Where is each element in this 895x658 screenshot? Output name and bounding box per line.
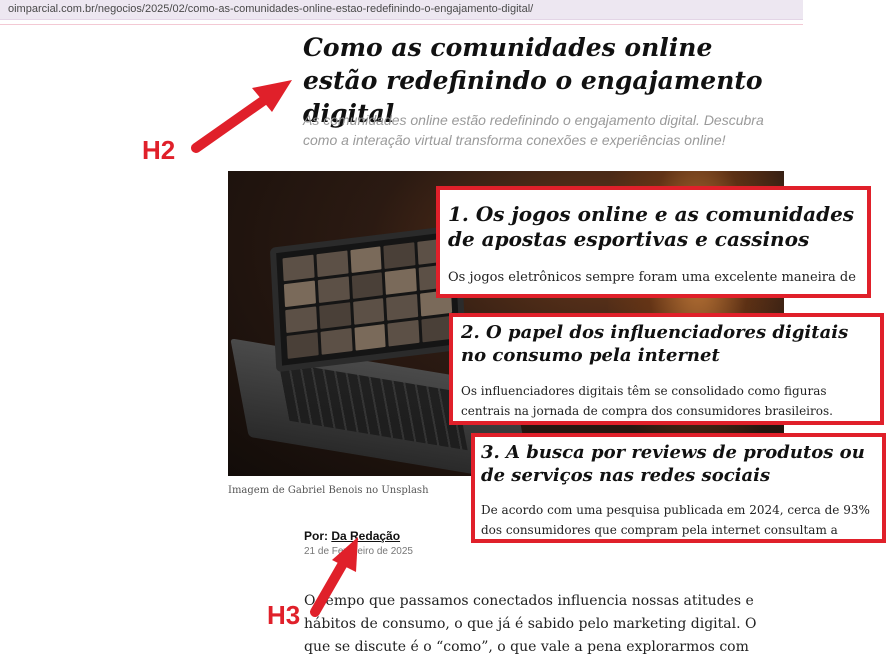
article-body-intro: O tempo que passamos conectados influenc…	[304, 593, 757, 655]
url-text: oimparcial.com.br/negocios/2025/02/como-…	[8, 3, 534, 15]
callout-text: Os jogos eletrônicos sempre foram uma ex…	[448, 270, 856, 285]
author-link[interactable]: Da Redação	[331, 529, 400, 543]
divider	[0, 24, 803, 25]
byline: Por: Da Redação	[304, 529, 400, 543]
arrow-h2-icon	[191, 80, 292, 153]
article-subtitle: As comunidades online estão redefinindo …	[303, 112, 764, 148]
annotation-h2-label: H2	[142, 135, 176, 165]
callout-heading: 3. A busca por reviews de produtos ou de…	[481, 442, 865, 486]
callout-heading: 1. Os jogos online e as comunidades de a…	[448, 202, 855, 251]
callout-text: De acordo com uma pesquisa publicada em …	[481, 503, 870, 537]
photo-caption: Imagem de Gabriel Benois no Unsplash	[228, 485, 429, 496]
annotation-h3-label: H3	[267, 600, 301, 630]
publish-date: 21 de Fevereiro de 2025	[304, 546, 413, 557]
byline-prefix: Por:	[304, 529, 328, 543]
callout-section-3: 3. A busca por reviews de produtos ou de…	[471, 433, 886, 543]
callout-section-1: 1. Os jogos online e as comunidades de a…	[436, 186, 871, 298]
callout-text: Os influenciadores digitais têm se conso…	[461, 384, 833, 418]
callout-heading: 2. O papel dos influenciadores digitais …	[461, 322, 849, 366]
address-bar[interactable]: oimparcial.com.br/negocios/2025/02/como-…	[0, 0, 803, 20]
callout-section-2: 2. O papel dos influenciadores digitais …	[449, 313, 884, 425]
